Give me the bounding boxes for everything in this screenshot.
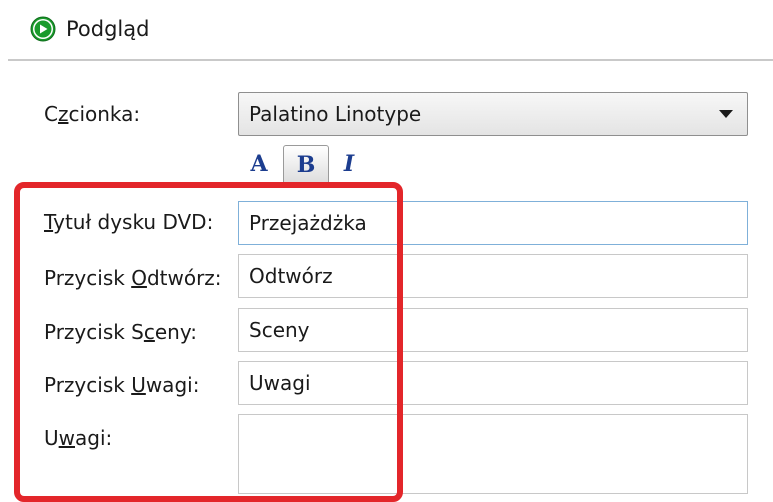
italic-button[interactable]: I	[334, 146, 364, 182]
font-style-button[interactable]: A	[244, 146, 274, 182]
bold-button[interactable]: B	[283, 145, 329, 185]
header: Podgląd	[0, 0, 773, 58]
notes-label: Uwagi:	[44, 426, 113, 450]
scenes-button-text-input[interactable]	[238, 308, 748, 352]
dvd-title-label: Tytuł dysku DVD:	[44, 210, 214, 234]
notes-button-label: Przycisk Uwagi:	[44, 373, 200, 397]
font-dropdown-value: Palatino Linotype	[249, 102, 422, 126]
scenes-button-label: Przycisk Sceny:	[44, 320, 197, 344]
chevron-down-icon	[719, 110, 733, 118]
dvd-title-input[interactable]	[238, 201, 748, 245]
notes-button-text-input[interactable]	[238, 361, 748, 405]
play-icon	[30, 16, 56, 42]
preview-label: Podgląd	[66, 17, 150, 41]
notes-textarea[interactable]	[238, 414, 748, 494]
play-button-text-input[interactable]	[238, 254, 748, 298]
header-divider	[8, 59, 773, 61]
font-dropdown[interactable]: Palatino Linotype	[238, 92, 748, 136]
font-label: Czcionka:	[44, 102, 141, 126]
play-button-label: Przycisk Odtwórz:	[44, 266, 222, 290]
preview-button[interactable]: Podgląd	[30, 14, 149, 44]
